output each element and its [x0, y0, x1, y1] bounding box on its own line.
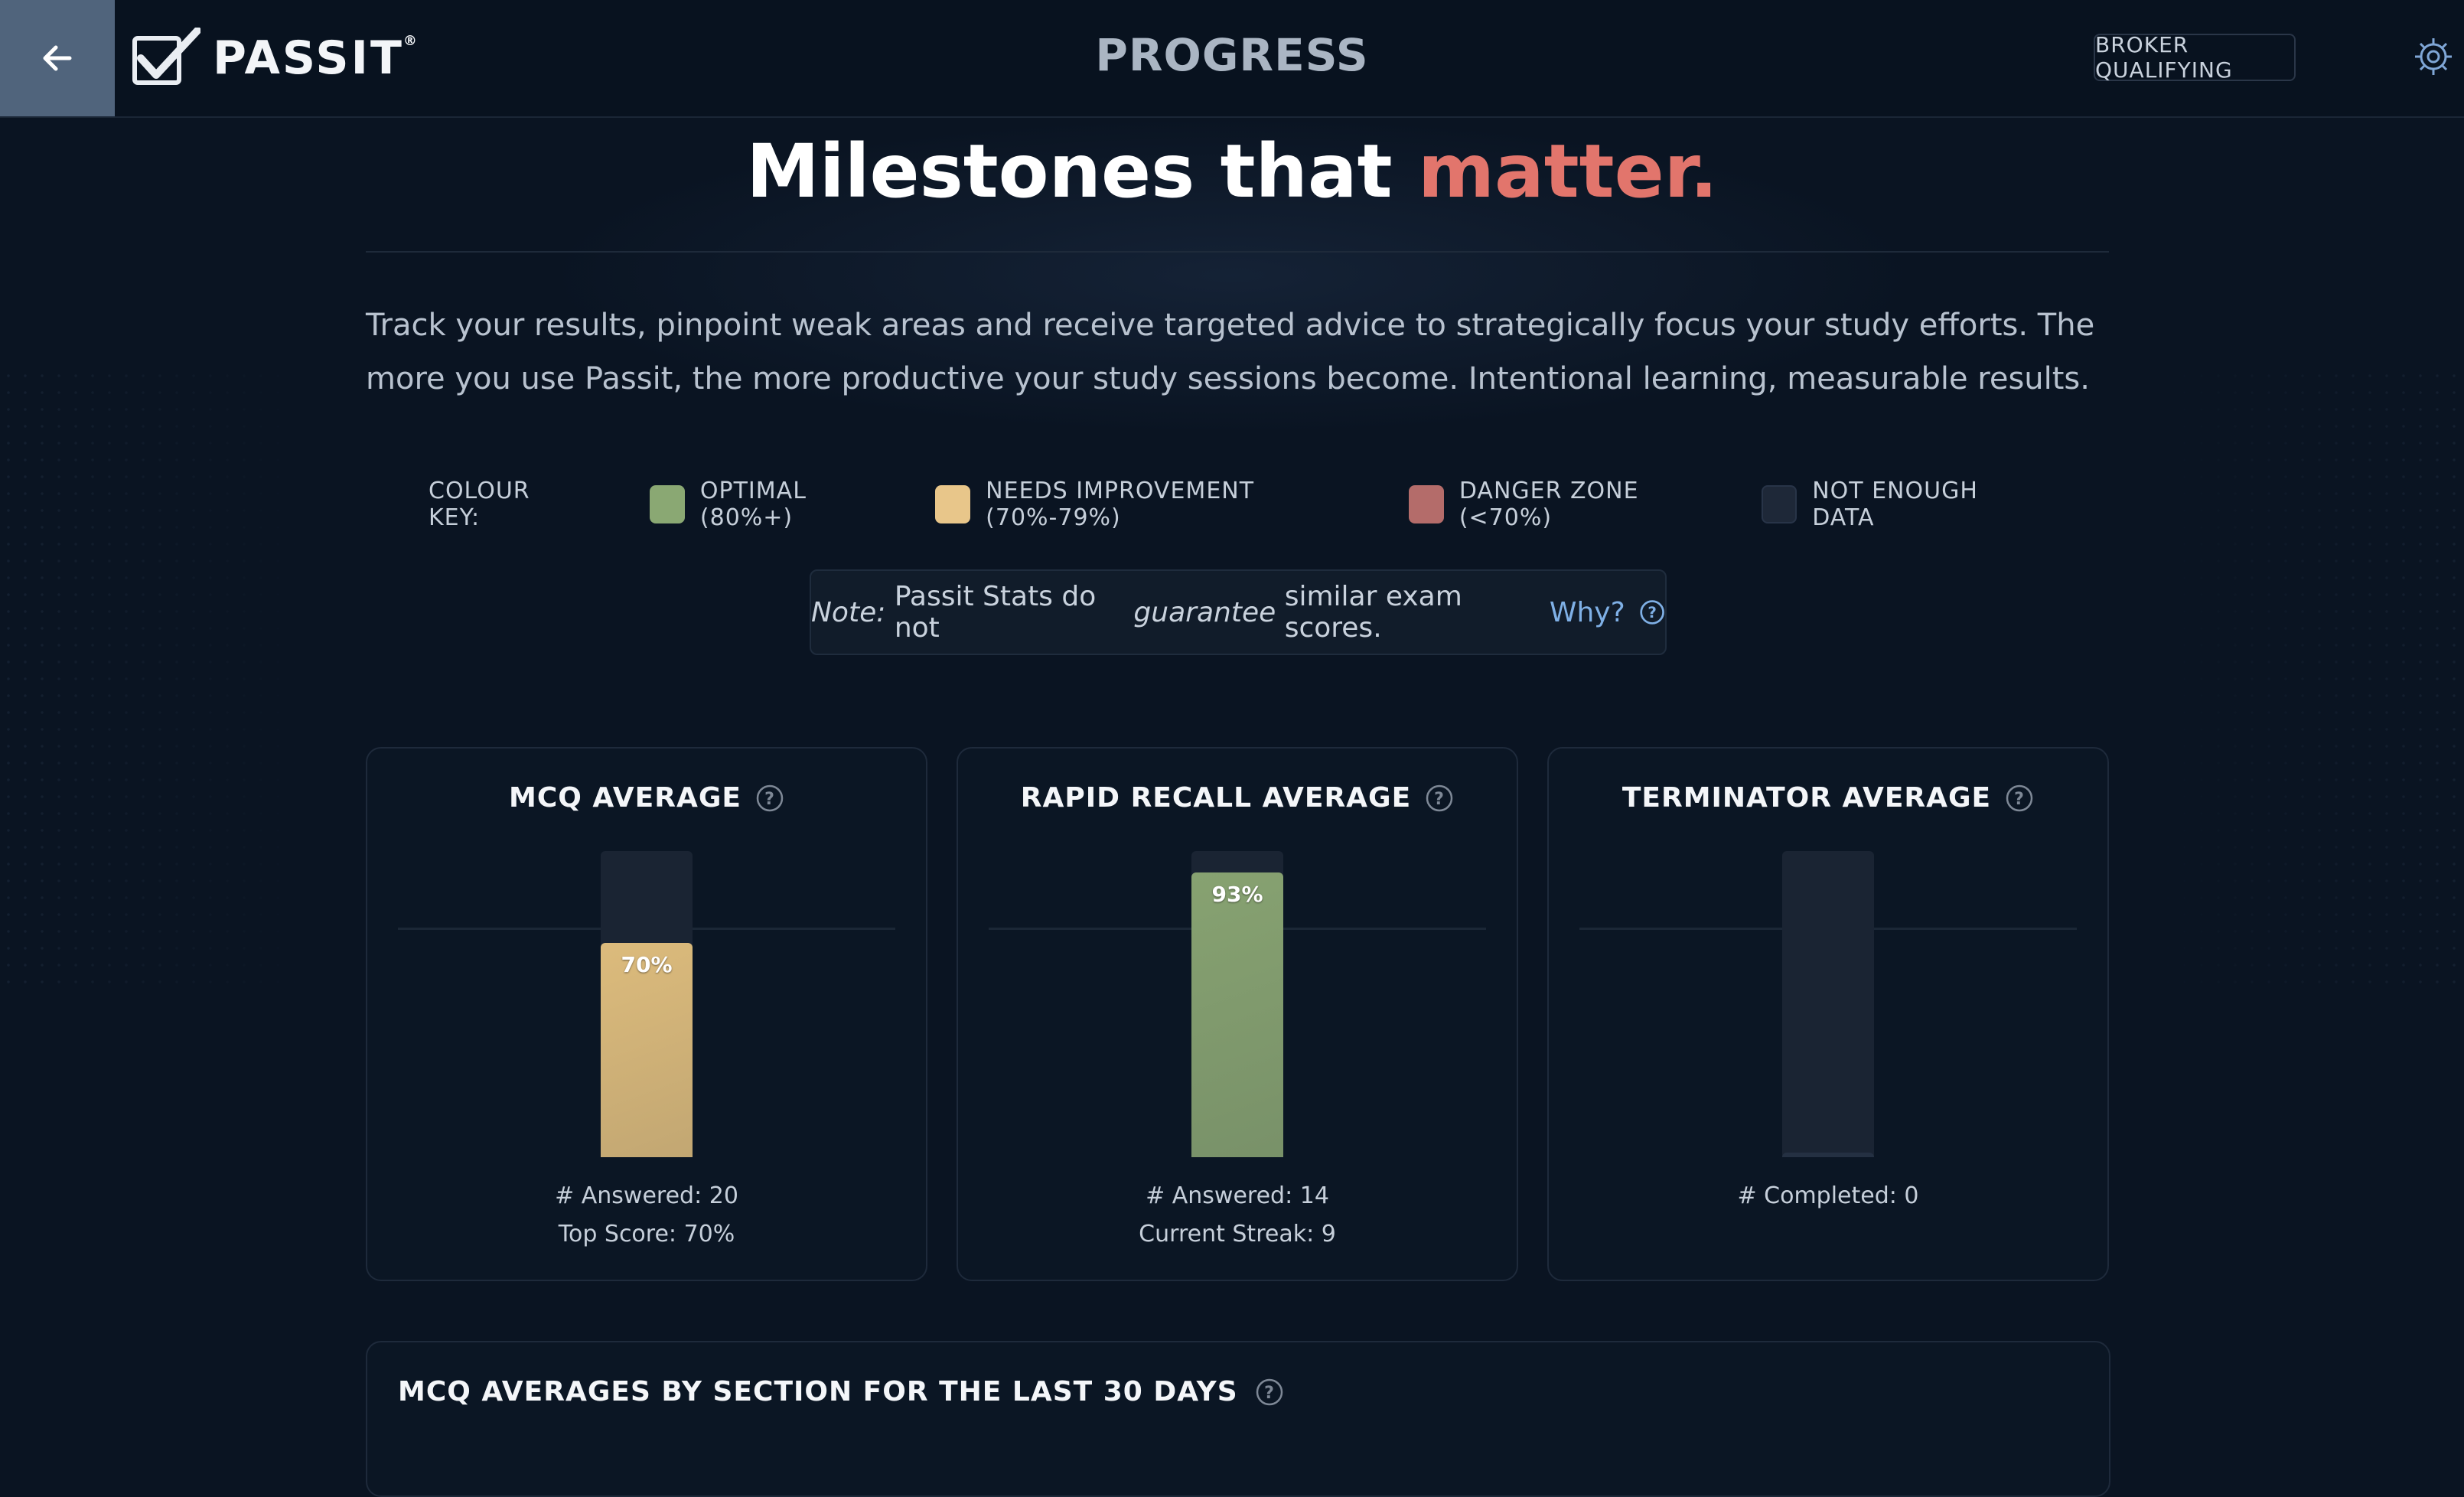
- svg-text:?: ?: [2014, 790, 2025, 809]
- divider: [366, 251, 2109, 253]
- svg-text:?: ?: [1264, 1384, 1275, 1403]
- help-icon[interactable]: ?: [2005, 784, 2034, 813]
- help-icon[interactable]: ?: [1425, 784, 1454, 813]
- terminator-average-card: TERMINATOR AVERAGE ? # Completed: 0: [1547, 747, 2109, 1281]
- help-icon[interactable]: ?: [1255, 1378, 1284, 1407]
- card-stats: # Answered: 20 Top Score: 70%: [555, 1182, 738, 1248]
- disclaimer-note: Note: Passit Stats do not guarantee simi…: [810, 569, 1667, 655]
- bar-value-label: 93%: [1211, 882, 1263, 907]
- svg-text:?: ?: [764, 790, 775, 809]
- key-item-needs-improvement: NEEDS IMPROVEMENT (70%-79%): [935, 478, 1363, 531]
- headline-accent: matter.: [1417, 129, 1718, 214]
- bar-track: 70%: [601, 851, 693, 1157]
- card-title: RAPID RECALL AVERAGE ?: [958, 782, 1517, 814]
- intro-text: Track your results, pinpoint weak areas …: [366, 308, 2095, 396]
- colour-key-label: COLOUR KEY:: [429, 478, 530, 531]
- terminator-bar: [1782, 1153, 1874, 1157]
- exam-select-button[interactable]: BROKER QUALIFYING: [2094, 32, 2296, 83]
- mcq-section-averages-panel: MCQ AVERAGES BY SECTION FOR THE LAST 30 …: [366, 1341, 2110, 1497]
- swatch-not-enough-data: [1762, 485, 1797, 523]
- key-item-danger-zone: DANGER ZONE (<70%): [1409, 478, 1716, 531]
- svg-text:?: ?: [1434, 790, 1445, 809]
- card-title: MCQ AVERAGE ?: [367, 782, 926, 814]
- card-title: TERMINATOR AVERAGE ?: [1549, 782, 2107, 814]
- colour-key: COLOUR KEY: OPTIMAL (80%+) NEEDS IMPROVE…: [429, 478, 2074, 531]
- card-stats: # Answered: 14 Current Streak: 9: [1139, 1182, 1336, 1248]
- key-item-optimal: OPTIMAL (80%+): [650, 478, 889, 531]
- swatch-needs-improvement: [935, 485, 971, 523]
- mcq-average-card: MCQ AVERAGE ? 70% # Answered: 20 Top Sco…: [366, 747, 927, 1281]
- mcq-bar: 70%: [601, 943, 693, 1157]
- bar-track: 93%: [1191, 851, 1283, 1157]
- why-link[interactable]: Why?: [1550, 597, 1625, 628]
- rapid-recall-average-card: RAPID RECALL AVERAGE ? 93% # Answered: 1…: [957, 747, 1518, 1281]
- svg-text:?: ?: [1648, 604, 1657, 621]
- headline: Milestones that matter.: [746, 129, 1718, 214]
- key-item-not-enough-data: NOT ENOUGH DATA: [1762, 478, 2028, 531]
- rapid-recall-bar: 93%: [1191, 872, 1283, 1157]
- gear-icon[interactable]: [2412, 34, 2455, 80]
- help-icon[interactable]: ?: [755, 784, 784, 813]
- card-stats: # Completed: 0: [1737, 1182, 1919, 1209]
- swatch-danger-zone: [1409, 485, 1444, 523]
- section-title: MCQ AVERAGES BY SECTION FOR THE LAST 30 …: [398, 1376, 1284, 1407]
- top-bar: PASSIT ® PROGRESS BROKER QUALIFYING: [0, 0, 2464, 118]
- bar-value-label: 70%: [621, 952, 673, 977]
- help-icon[interactable]: ?: [1639, 598, 1665, 627]
- swatch-optimal: [650, 485, 685, 523]
- bar-track: [1782, 851, 1874, 1157]
